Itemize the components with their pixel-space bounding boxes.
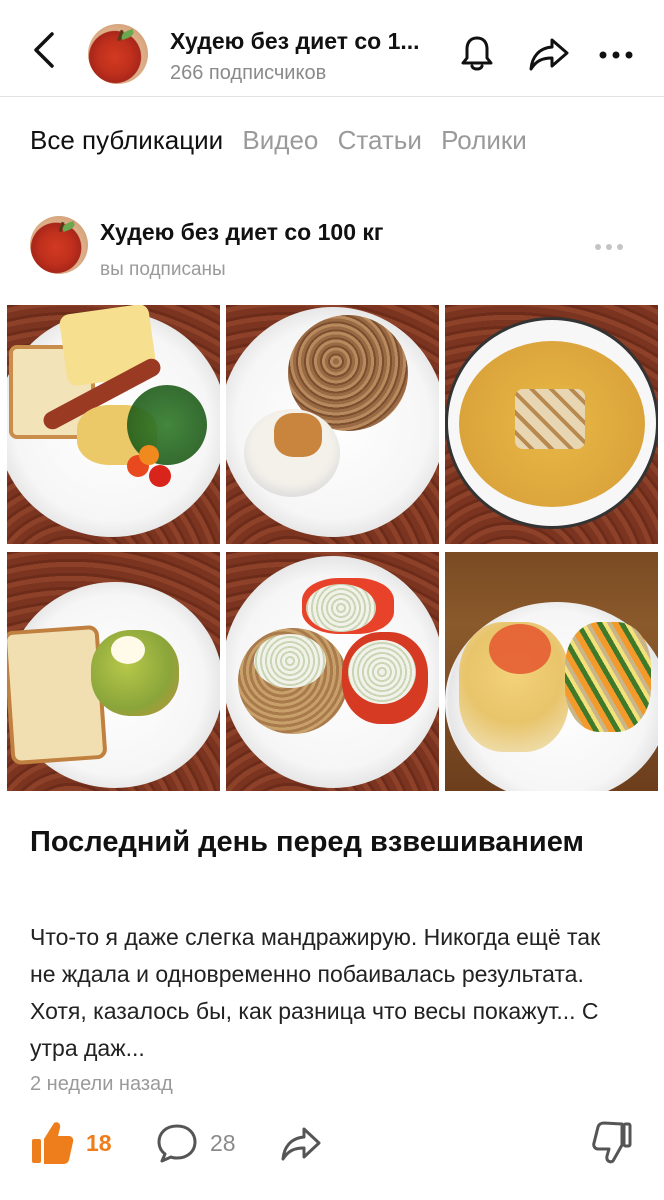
post-more-icon[interactable] <box>594 243 624 251</box>
comment-count: 28 <box>210 1130 236 1156</box>
bell-icon[interactable] <box>460 34 494 72</box>
share-arrow-icon[interactable] <box>280 1125 322 1163</box>
food-photo-buckwheat[interactable] <box>226 305 439 544</box>
tab-video[interactable]: Видео <box>242 125 318 156</box>
post-author-avatar[interactable] <box>30 216 88 274</box>
channel-avatar[interactable] <box>88 24 148 84</box>
post-author-name[interactable]: Худею без диет со 100 кг <box>100 219 383 246</box>
post-title[interactable]: Последний день перед взвешиванием <box>30 823 630 861</box>
channel-title[interactable]: Худею без диет со 1... <box>170 28 440 55</box>
subscriber-count: 266 подписчиков <box>170 62 327 84</box>
food-photo-stuffed-tomatoes[interactable] <box>226 552 439 791</box>
share-arrow-icon[interactable] <box>528 36 570 72</box>
feed-card: Все публикации Видео Статьи Ролики Худею… <box>0 97 664 1200</box>
top-bar: Худею без диет со 1... 266 подписчиков <box>0 0 664 97</box>
more-dots-icon[interactable] <box>598 50 634 60</box>
post-excerpt[interactable]: Что-то я даже слегка мандражирую. Никогд… <box>30 919 630 1067</box>
like-count: 18 <box>86 1130 112 1156</box>
thumbs-down-icon[interactable] <box>592 1121 632 1165</box>
tab-shorts[interactable]: Ролики <box>441 125 527 156</box>
photo-grid[interactable] <box>7 305 658 791</box>
comment-bubble-icon[interactable] <box>156 1123 198 1163</box>
food-photo-soup[interactable] <box>445 305 658 544</box>
food-photo-breakfast[interactable] <box>7 305 220 544</box>
tabs-bar: Все публикации Видео Статьи Ролики <box>30 125 539 156</box>
back-arrow-icon[interactable] <box>28 30 64 70</box>
subscription-status: вы подписаны <box>100 259 226 280</box>
thumbs-up-icon[interactable] <box>30 1119 74 1165</box>
food-photo-stuffed-pepper[interactable] <box>7 552 220 791</box>
tab-all-posts[interactable]: Все публикации <box>30 125 223 156</box>
tab-articles[interactable]: Статьи <box>338 125 422 156</box>
food-photo-casserole[interactable] <box>445 552 658 791</box>
post-time: 2 недели назад <box>30 1073 173 1095</box>
